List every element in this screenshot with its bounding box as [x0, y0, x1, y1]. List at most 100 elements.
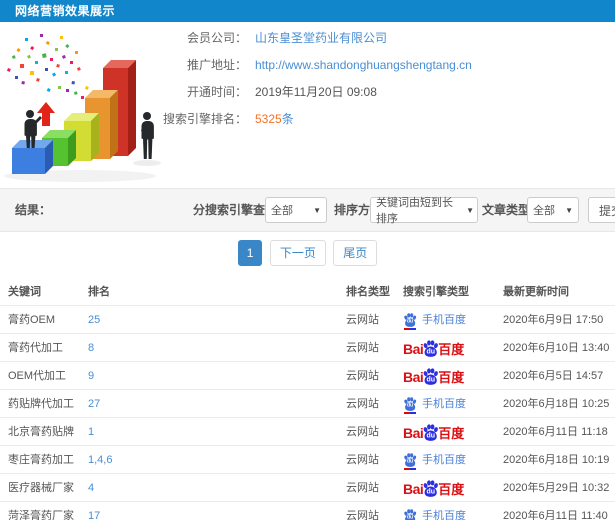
keyword-ranking-table: 关键词 排名 排名类型 搜索引擎类型 最新更新时间 膏药OEM 25 云网站 d…: [0, 278, 615, 520]
updated-cell: 2020年6月18日 10:25: [503, 398, 610, 410]
baidu-bai-text: Bai: [403, 425, 424, 441]
chevron-down-icon: ▼: [466, 205, 474, 215]
table-row: 北京膏药贴牌 1 云网站 Bai du 百度 2020年6月11日 11:18: [0, 418, 615, 446]
baidu-cn-text: 百度: [438, 370, 465, 385]
open-time-label: 开通时间：: [186, 85, 247, 99]
company-link[interactable]: 山东皇圣堂药业有限公司: [255, 31, 387, 45]
article-type-select[interactable]: 全部 ▼: [527, 197, 579, 223]
rank-link[interactable]: 1: [88, 418, 94, 446]
rank-count-unit-link[interactable]: 条: [282, 112, 294, 126]
open-time-value: 2019年11月20日 09:08: [255, 85, 377, 99]
engine-select-value: 全部: [271, 205, 293, 217]
updated-cell: 2020年6月11日 11:40: [503, 510, 608, 520]
engine-name: 手机百度: [422, 314, 466, 326]
confetti-dots: [6, 34, 89, 99]
sort-select[interactable]: 关键词由短到长排序 ▼: [370, 197, 478, 225]
keyword-cell: 膏药代加工: [8, 342, 63, 354]
baidu-mobile-logo: du 手机百度: [403, 502, 466, 520]
baidu-pc-logo: Bai du 百度: [403, 367, 464, 385]
baidu-underline: [404, 328, 416, 330]
keyword-cell: 北京膏药贴牌: [8, 426, 74, 438]
baidu-pc-logo: Bai du 百度: [403, 423, 464, 441]
engine-name: 手机百度: [422, 510, 466, 520]
rank-type-cell: 云网站: [346, 370, 379, 382]
submit-button[interactable]: 提交: [588, 197, 615, 223]
chevron-down-icon: ▼: [313, 205, 321, 215]
table-row: 药贴牌代加工 27 云网站 du 手机百度 2020年6月18日 10:25: [0, 390, 615, 418]
info-row-url: 推广地址： http://www.shandonghuangshengtang.c…: [155, 52, 472, 79]
rank-link[interactable]: 25: [88, 306, 100, 334]
rank-type-cell: 云网站: [346, 482, 379, 494]
current-page-button[interactable]: 1: [237, 240, 263, 266]
rank-link[interactable]: 17: [88, 502, 100, 520]
article-type-label: 文章类型: [482, 203, 531, 217]
rank-type-cell: 云网站: [346, 342, 379, 354]
table-row: 枣庄膏药加工 1,4,6 云网站 du 手机百度 2020年6月18日 10:1…: [0, 446, 615, 474]
company-label: 会员公司：: [186, 31, 247, 45]
baidu-underline: [404, 412, 416, 414]
baidu-du-text: du: [406, 402, 414, 409]
promo-url-label: 推广地址：: [186, 58, 247, 72]
info-section: 会员公司： 山东皇圣堂药业有限公司 推广地址： http://www.shandon…: [0, 22, 615, 188]
engine-name: 手机百度: [422, 454, 466, 466]
table-row: 菏泽膏药厂家 17 云网站 du 手机百度 2020年6月11日 11:40: [0, 502, 615, 520]
table-row: OEM代加工 9 云网站 Bai du 百度 2020年6月5日 14:57: [0, 362, 615, 390]
result-label: 结果：: [15, 203, 52, 217]
rank-type-cell: 云网站: [346, 510, 379, 520]
updated-cell: 2020年6月10日 13:40: [503, 342, 610, 354]
article-type-select-value: 全部: [533, 205, 555, 217]
info-row-open-time: 开通时间： 2019年11月20日 09:08: [155, 79, 472, 106]
updated-cell: 2020年6月5日 14:57: [503, 370, 604, 382]
table-row: 医疗器械厂家 4 云网站 Bai du 百度 2020年5月29日 10:32: [0, 474, 615, 502]
baidu-du-text: du: [426, 488, 436, 496]
keyword-cell: 菏泽膏药厂家: [8, 510, 74, 520]
baidu-underline: [404, 468, 416, 470]
baidu-cn-text: 百度: [438, 426, 465, 441]
table-row: 膏药代加工 8 云网站 Bai du 百度 2020年6月10日 13:40: [0, 334, 615, 362]
baidu-bai-text: Bai: [403, 481, 424, 497]
keyword-cell: 药贴牌代加工: [8, 398, 74, 410]
baidu-pc-logo: Bai du 百度: [403, 339, 464, 357]
engine-select[interactable]: 全部 ▼: [265, 197, 327, 223]
rank-type-cell: 云网站: [346, 314, 379, 326]
baidu-cn-text: 百度: [438, 482, 465, 497]
page: 网络营销效果展示 会员公司： 山东皇圣堂药业有限公司 推广地址： http://…: [0, 0, 615, 520]
filter-bar: 结果： 分搜索引擎查看 全部 ▼ 排序方式 关键词由短到长排序 ▼ 文章类型 全…: [0, 188, 615, 232]
keyword-cell: 医疗器械厂家: [8, 482, 74, 494]
baidu-du-text: du: [426, 348, 436, 356]
baidu-bai-text: Bai: [403, 341, 424, 357]
up-arrow-icon: [37, 102, 55, 126]
next-page-button[interactable]: 下一页: [269, 240, 326, 266]
rank-link[interactable]: 27: [88, 390, 100, 418]
header-keyword: 关键词: [8, 286, 41, 298]
rank-link[interactable]: 8: [88, 334, 94, 362]
updated-cell: 2020年6月9日 17:50: [503, 314, 604, 326]
chevron-down-icon: ▼: [565, 205, 573, 215]
header-rank-type: 排名类型: [346, 286, 390, 298]
keyword-cell: 膏药OEM: [8, 314, 56, 326]
keyword-cell: 枣庄膏药加工: [8, 454, 74, 466]
pagination: 1 下一页 尾页: [0, 240, 615, 266]
header-updated: 最新更新时间: [503, 286, 569, 298]
rank-count-label: 搜索引擎排名：: [162, 112, 247, 126]
member-info: 会员公司： 山东皇圣堂药业有限公司 推广地址： http://www.shandon…: [155, 25, 472, 133]
header-rank: 排名: [88, 286, 110, 298]
page-title: 网络营销效果展示: [0, 0, 615, 22]
baidu-du-text: du: [406, 458, 414, 465]
info-row-company: 会员公司： 山东皇圣堂药业有限公司: [155, 25, 472, 52]
baidu-du-text: du: [426, 376, 436, 384]
last-page-button[interactable]: 尾页: [333, 240, 378, 266]
rank-link[interactable]: 9: [88, 362, 94, 390]
promo-url-link[interactable]: http://www.shandonghuangshengtang.cn: [255, 58, 472, 72]
rank-link[interactable]: 4: [88, 474, 94, 502]
baidu-du-text: du: [406, 318, 414, 325]
baidu-du-text: du: [406, 514, 414, 520]
header-engine-type: 搜索引擎类型: [403, 286, 469, 298]
baidu-cn-text: 百度: [438, 342, 465, 357]
updated-cell: 2020年5月29日 10:32: [503, 482, 610, 494]
rank-link[interactable]: 1,4,6: [88, 446, 112, 474]
sort-select-value: 关键词由短到长排序: [376, 197, 453, 225]
rank-type-cell: 云网站: [346, 454, 379, 466]
businessman-right: [141, 112, 154, 159]
table-row: 膏药OEM 25 云网站 du 手机百度 2020年6月9日 17:50: [0, 306, 615, 334]
